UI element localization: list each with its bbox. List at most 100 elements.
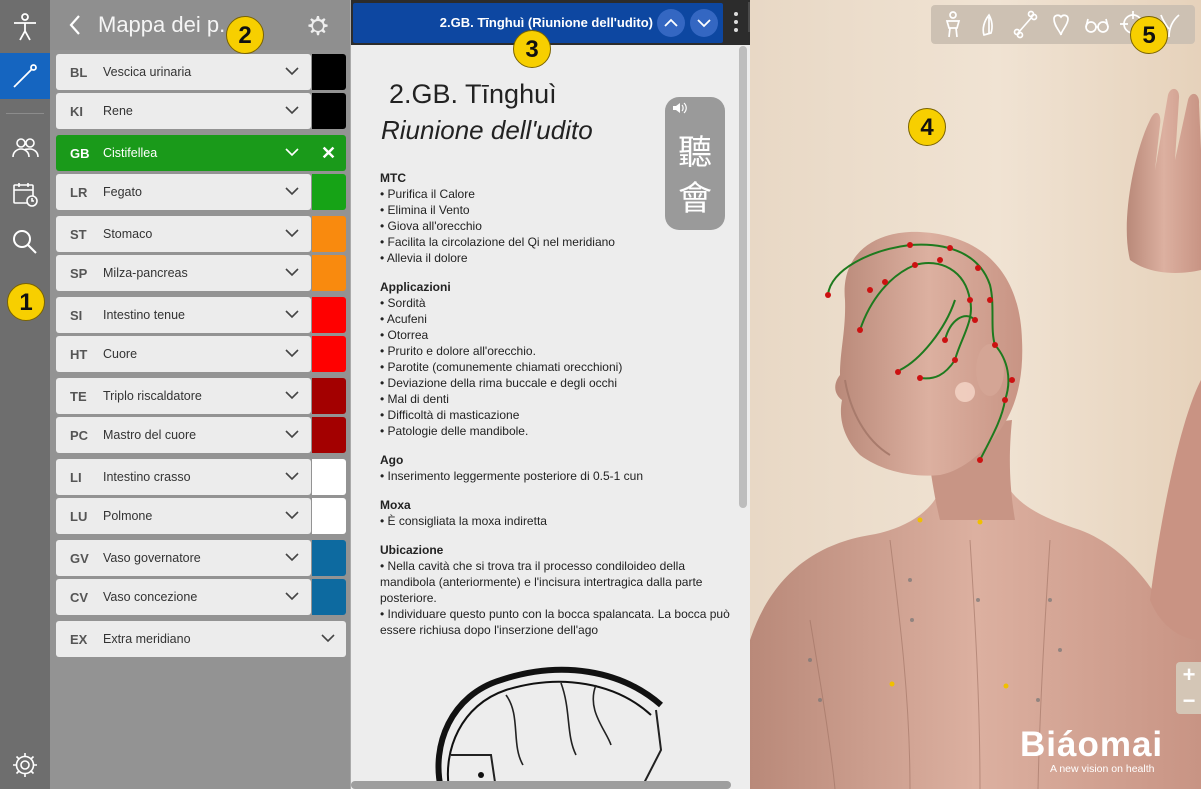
meridian-row-te[interactable]: TE Triplo riscaldatore xyxy=(56,378,346,414)
chinese-char-1: 聽 xyxy=(678,133,712,173)
meridian-row-lu[interactable]: LU Polmone xyxy=(56,498,346,534)
chevron-down-icon[interactable] xyxy=(284,588,300,604)
meridian-row-body[interactable] xyxy=(56,621,346,657)
zoom-in-button[interactable]: + xyxy=(1176,662,1201,688)
meridian-row-ht[interactable]: HT Cuore xyxy=(56,336,346,372)
calendar-icon[interactable] xyxy=(0,172,50,216)
meridian-name: Vaso concezione xyxy=(103,590,198,604)
meridian-code: LI xyxy=(70,470,82,485)
meridian-color-swatch[interactable] xyxy=(312,93,346,129)
chevron-down-icon[interactable] xyxy=(284,144,300,160)
chevron-down-icon[interactable] xyxy=(284,306,300,322)
search-icon[interactable] xyxy=(0,220,50,264)
body-icon[interactable] xyxy=(0,5,50,49)
meridian-color-swatch[interactable] xyxy=(312,54,346,90)
meridian-row-bl[interactable]: BL Vescica urinaria xyxy=(56,54,346,90)
chevron-down-icon[interactable] xyxy=(284,507,300,523)
meridian-row-pc[interactable]: PC Mastro del cuore xyxy=(56,417,346,453)
next-point-button[interactable] xyxy=(690,9,718,37)
section-line: • Otorrea xyxy=(380,328,429,342)
deselect-meridian-icon[interactable]: ✕ xyxy=(321,143,336,164)
meridian-row-st[interactable]: ST Stomaco xyxy=(56,216,346,252)
body-model[interactable] xyxy=(750,0,1201,789)
settings-icon[interactable] xyxy=(0,743,50,787)
meridian-color-swatch[interactable] xyxy=(312,297,346,333)
meridian-row-ki[interactable]: KI Rene xyxy=(56,93,346,129)
meridian-color-swatch[interactable] xyxy=(312,540,346,576)
previous-point-button[interactable] xyxy=(657,9,685,37)
vertical-scrollbar[interactable] xyxy=(739,46,747,508)
back-arrow-icon[interactable] xyxy=(62,10,88,40)
meridian-row-ex[interactable]: EX Extra meridiano xyxy=(56,621,346,657)
more-options-icon[interactable] xyxy=(731,10,741,36)
muscle-icon[interactable] xyxy=(974,9,1004,39)
chevron-down-icon[interactable] xyxy=(284,63,300,79)
meridian-row-sp[interactable]: SP Milza-pancreas xyxy=(56,255,346,291)
left-nav-rail xyxy=(0,0,50,789)
chevron-down-icon[interactable] xyxy=(284,387,300,403)
meridian-color-swatch[interactable] xyxy=(312,417,346,453)
meridian-row-body[interactable] xyxy=(56,498,311,534)
chevron-down-icon[interactable] xyxy=(284,426,300,442)
chevron-down-icon[interactable] xyxy=(284,264,300,280)
meridian-row-lr[interactable]: LR Fegato xyxy=(56,174,346,210)
chevron-down-icon[interactable] xyxy=(284,225,300,241)
section-ubicazione: Ubicazione • Nella cavità che si trova tr… xyxy=(380,542,730,638)
skull-illustration xyxy=(435,666,663,789)
meridian-panel-title: Mappa dei p... xyxy=(98,12,238,37)
meridian-row-cv[interactable]: CV Vaso concezione xyxy=(56,579,346,615)
section-title: Moxa xyxy=(380,498,411,512)
meridian-code: GV xyxy=(70,551,89,566)
meridian-color-swatch[interactable] xyxy=(312,498,346,534)
brand-logo: Biáomai A new vision on health xyxy=(1018,725,1198,781)
callout-badge-5: 5 xyxy=(1130,16,1168,54)
meridian-color-swatch[interactable] xyxy=(312,579,346,615)
meridian-row-body[interactable] xyxy=(56,336,311,372)
meridian-row-body[interactable] xyxy=(56,174,311,210)
patients-icon[interactable] xyxy=(0,126,50,170)
figure-icon[interactable] xyxy=(938,9,968,39)
anatomy-3d-view[interactable] xyxy=(750,0,1201,789)
section-line: • Prurito e dolore all'orecchio. xyxy=(380,344,536,358)
glasses-icon[interactable] xyxy=(1082,9,1112,39)
meridian-code: GB xyxy=(70,146,90,161)
chevron-down-icon[interactable] xyxy=(284,468,300,484)
meridian-row-gv[interactable]: GV Vaso governatore xyxy=(56,540,346,576)
meridian-code: LU xyxy=(70,509,88,524)
meridian-row-body[interactable] xyxy=(56,135,346,171)
panel-gear-icon[interactable] xyxy=(306,14,330,38)
meridian-row-li[interactable]: LI Intestino crasso xyxy=(56,459,346,495)
chevron-down-icon[interactable] xyxy=(284,549,300,565)
chevron-down-icon[interactable] xyxy=(320,630,336,646)
speaker-icon[interactable] xyxy=(672,101,688,115)
meridian-name: Mastro del cuore xyxy=(103,428,197,442)
organs-icon[interactable] xyxy=(1046,9,1076,39)
meridian-code: CV xyxy=(70,590,89,605)
chevron-down-icon[interactable] xyxy=(284,345,300,361)
meridian-name: Cuore xyxy=(103,347,138,361)
callout-badge-4: 4 xyxy=(908,108,946,146)
needle-icon[interactable] xyxy=(0,53,50,99)
meridian-color-swatch[interactable] xyxy=(312,216,346,252)
bone-icon[interactable] xyxy=(1010,9,1040,39)
section-title: MTC xyxy=(380,171,406,185)
zoom-controls: + − xyxy=(1176,662,1201,714)
chevron-down-icon[interactable] xyxy=(284,183,300,199)
meridian-color-swatch[interactable] xyxy=(312,255,346,291)
meridian-row-body[interactable] xyxy=(56,93,311,129)
meridian-color-swatch[interactable] xyxy=(312,336,346,372)
meridian-color-swatch[interactable] xyxy=(312,459,346,495)
horizontal-scrollbar[interactable] xyxy=(351,781,731,789)
section-line: • Acufeni xyxy=(380,312,427,326)
meridian-name: Rene xyxy=(103,104,133,118)
zoom-out-button[interactable]: − xyxy=(1176,688,1201,714)
detail-header-bar: 2.GB. Tīnghuì (Riunione dell'udito) xyxy=(351,0,751,45)
meridian-row-gb[interactable]: GB Cistifellea ✕ xyxy=(56,135,346,171)
meridian-row-body[interactable] xyxy=(56,216,311,252)
meridian-code: KI xyxy=(70,104,83,119)
meridian-color-swatch[interactable] xyxy=(312,174,346,210)
meridian-row-si[interactable]: SI Intestino tenue xyxy=(56,297,346,333)
meridian-color-swatch[interactable] xyxy=(312,378,346,414)
chevron-down-icon[interactable] xyxy=(284,102,300,118)
meridian-code: EX xyxy=(70,632,88,647)
